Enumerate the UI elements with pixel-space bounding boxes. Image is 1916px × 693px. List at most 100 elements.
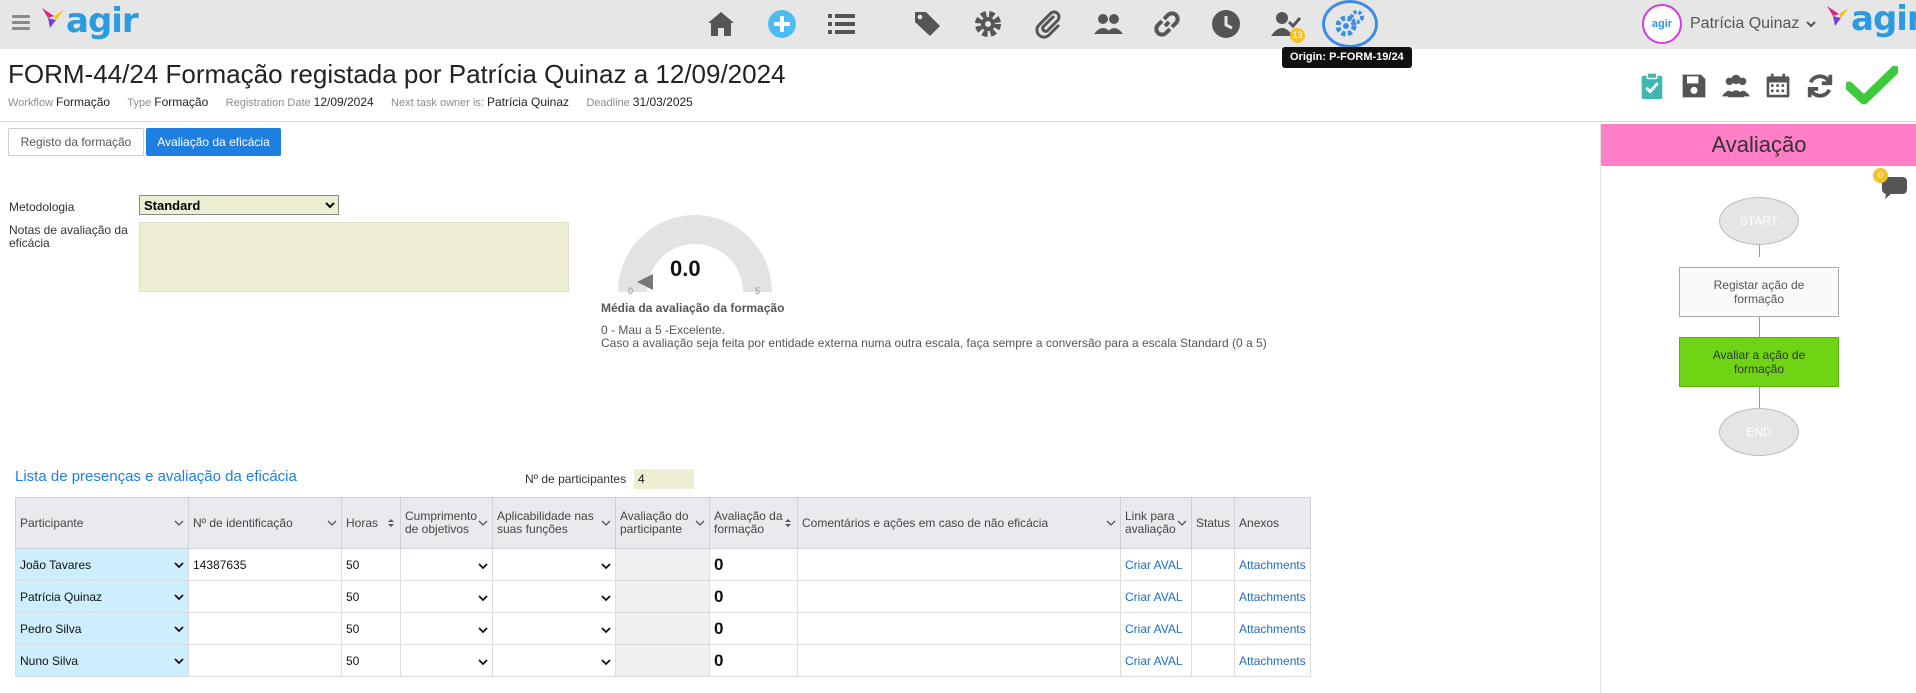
app-logo[interactable]: agir xyxy=(40,4,139,38)
list-icon[interactable] xyxy=(823,6,859,42)
criar-aval-link-cell[interactable]: Criar AVAL xyxy=(1120,612,1192,645)
col-identificacao[interactable]: Nº de identificação xyxy=(188,497,342,549)
home-icon[interactable] xyxy=(703,6,739,42)
cumprimento-select[interactable] xyxy=(400,548,493,581)
criar-aval-link-cell[interactable]: Criar AVAL xyxy=(1120,548,1192,581)
cumprimento-select[interactable] xyxy=(400,580,493,613)
aplicabilidade-select[interactable] xyxy=(492,548,616,581)
id-cell[interactable] xyxy=(188,612,342,645)
attachments-cell[interactable]: Attachments xyxy=(1234,612,1311,645)
tags-icon[interactable] xyxy=(910,6,946,42)
attachments-cell[interactable]: Attachments xyxy=(1234,644,1311,677)
hours-cell[interactable]: 50 xyxy=(341,612,401,645)
flow-connector xyxy=(1759,245,1760,257)
attachments-link[interactable]: Attachments xyxy=(1239,654,1306,668)
table-row: João Tavares 14387635 50 0 Criar AVAL At… xyxy=(15,548,1311,581)
col-aval-formacao[interactable]: Avaliação da formação xyxy=(709,497,798,549)
status-cell xyxy=(1190,580,1236,613)
col-link[interactable]: Link para avaliação xyxy=(1120,497,1192,549)
calendar-icon[interactable] xyxy=(1762,70,1794,102)
notas-label: Notas de avaliação da eficácia xyxy=(9,223,128,250)
participants-count-field[interactable]: 4 xyxy=(634,469,694,489)
criar-aval-link-cell[interactable]: Criar AVAL xyxy=(1120,580,1192,613)
id-cell[interactable] xyxy=(188,644,342,677)
flow-node-avaliar[interactable]: Avaliar a ação de formação xyxy=(1679,337,1839,387)
flow-node-registar[interactable]: Registar ação de formação xyxy=(1679,267,1839,317)
gauge-value: 0.0 xyxy=(670,256,701,281)
hours-cell[interactable]: 50 xyxy=(341,580,401,613)
group-icon[interactable] xyxy=(1720,70,1752,102)
add-icon[interactable] xyxy=(764,6,800,42)
rating-gauge xyxy=(618,215,772,292)
criar-aval-link[interactable]: Criar AVAL xyxy=(1125,622,1183,636)
col-comentarios[interactable]: Comentários e ações em caso de não eficá… xyxy=(797,497,1121,549)
col-participante[interactable]: Participante xyxy=(15,497,189,549)
notas-textarea[interactable] xyxy=(139,222,569,292)
col-status[interactable]: Status xyxy=(1190,497,1236,549)
col-aplicabilidade[interactable]: Aplicabilidade nas suas funções xyxy=(492,497,616,549)
origin-tooltip: Origin: P-FORM-19/24 xyxy=(1282,47,1412,68)
metodologia-select[interactable]: Standard xyxy=(139,195,339,215)
meta-line: Workflow Formação Type Formação Registrati… xyxy=(8,95,693,109)
col-cumprimento[interactable]: Cumprimento de objetivos xyxy=(400,497,493,549)
approve-check-icon[interactable] xyxy=(1846,66,1898,105)
criar-aval-link-cell[interactable]: Criar AVAL xyxy=(1120,644,1192,677)
flow-connector xyxy=(1759,317,1760,339)
col-anexos[interactable]: Anexos xyxy=(1234,497,1311,549)
criar-aval-link[interactable]: Criar AVAL xyxy=(1125,558,1183,572)
clipboard-check-icon[interactable] xyxy=(1636,70,1668,102)
cumprimento-select[interactable] xyxy=(400,612,493,645)
gear-icon[interactable] xyxy=(970,6,1006,42)
participant-select[interactable]: Patrícia Quinaz xyxy=(15,580,189,613)
comments-cell[interactable] xyxy=(797,548,1121,581)
attachments-link[interactable]: Attachments xyxy=(1239,558,1306,572)
aplicabilidade-select[interactable] xyxy=(492,612,616,645)
id-cell[interactable] xyxy=(188,580,342,613)
participant-select[interactable]: João Tavares xyxy=(15,548,189,581)
hours-cell[interactable]: 50 xyxy=(341,548,401,581)
refresh-icon[interactable] xyxy=(1804,70,1836,102)
criar-aval-link[interactable]: Criar AVAL xyxy=(1125,590,1183,604)
aplicabilidade-select[interactable] xyxy=(492,644,616,677)
user-check-icon[interactable]: 13 xyxy=(1267,6,1305,43)
cumprimento-select[interactable] xyxy=(400,644,493,677)
users-icon[interactable] xyxy=(1090,6,1126,42)
user-menu[interactable]: agir Patrícia Quinaz xyxy=(1642,4,1817,44)
participant-select[interactable]: Nuno Silva xyxy=(15,644,189,677)
criar-aval-link[interactable]: Criar AVAL xyxy=(1125,654,1183,668)
hours-cell[interactable]: 50 xyxy=(341,644,401,677)
table-row: Pedro Silva 50 0 Criar AVAL Attachments xyxy=(15,612,1311,645)
attachments-link[interactable]: Attachments xyxy=(1239,622,1306,636)
gauge-title: Média da avaliação da formação xyxy=(601,301,785,315)
id-cell[interactable]: 14387635 xyxy=(188,548,342,581)
menu-icon[interactable] xyxy=(12,15,30,31)
comments-cell[interactable] xyxy=(797,612,1121,645)
participant-select[interactable]: Pedro Silva xyxy=(15,612,189,645)
aplicabilidade-select[interactable] xyxy=(492,580,616,613)
logo-star-icon xyxy=(1827,6,1849,26)
col-horas[interactable]: Horas xyxy=(341,497,401,549)
comments-cell[interactable] xyxy=(797,580,1121,613)
gauge-min-label: 0 xyxy=(628,286,634,296)
status-cell xyxy=(1190,612,1236,645)
status-cell xyxy=(1190,644,1236,677)
tab-avaliacao-eficacia[interactable]: Avaliação da eficácia xyxy=(146,128,281,156)
user-name: Patrícia Quinaz xyxy=(1690,15,1800,32)
col-aval-participante[interactable]: Avaliação do participante xyxy=(615,497,710,549)
save-icon[interactable] xyxy=(1678,70,1710,102)
attachments-link[interactable]: Attachments xyxy=(1239,590,1306,604)
attachments-cell[interactable]: Attachments xyxy=(1234,580,1311,613)
avatar: agir xyxy=(1642,4,1682,44)
chat-icon[interactable]: 0 xyxy=(1873,168,1909,205)
attachments-cell[interactable]: Attachments xyxy=(1234,548,1311,581)
aval-participante-cell xyxy=(615,644,710,677)
comments-cell[interactable] xyxy=(797,644,1121,677)
aval-formacao-cell: 0 xyxy=(709,580,798,613)
action-toolbar xyxy=(1636,66,1898,105)
gears-icon[interactable] xyxy=(1322,0,1378,48)
link-icon[interactable] xyxy=(1149,6,1185,42)
logo-star-icon xyxy=(42,8,64,28)
attachment-icon[interactable] xyxy=(1030,6,1066,42)
clock-icon[interactable] xyxy=(1208,6,1244,42)
tab-registo-formacao[interactable]: Registo da formação xyxy=(8,128,144,156)
